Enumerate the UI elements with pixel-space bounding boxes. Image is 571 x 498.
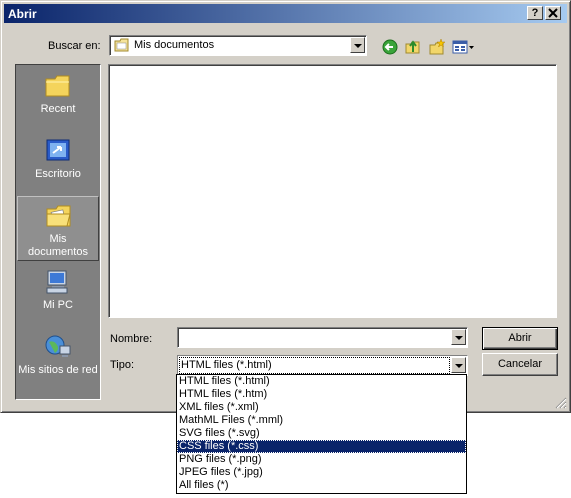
place-label: Escritorio <box>35 168 81 180</box>
open-dialog: Abrir ? Buscar en: Mis documentos Recent… <box>0 0 571 413</box>
new-folder-icon[interactable] <box>428 38 446 56</box>
place-label: Mis sitios de red <box>18 364 98 376</box>
place-recent[interactable]: Recent <box>17 67 99 131</box>
filename-dropdown-arrow[interactable] <box>451 329 466 345</box>
recent-folder-icon <box>45 75 70 97</box>
filetype-option[interactable]: PNG files (*.png) <box>177 453 466 466</box>
filetype-option[interactable]: JPEG files (*.jpg) <box>177 466 466 479</box>
view-menu-icon[interactable] <box>451 38 475 56</box>
place-label: Mis documentos <box>28 233 88 258</box>
places-bar: Recent Escritorio Mis documentos Mi PC M… <box>15 64 101 400</box>
network-places-icon <box>45 335 71 357</box>
place-label: Recent <box>40 103 76 115</box>
place-network[interactable]: Mis sitios de red <box>17 328 99 392</box>
desktop-icon <box>46 139 70 161</box>
lookin-combo[interactable]: Mis documentos <box>109 35 367 56</box>
cancel-button[interactable]: Cancelar <box>482 353 558 376</box>
filetype-option[interactable]: HTML files (*.html) <box>177 375 466 388</box>
resize-grip[interactable] <box>555 397 567 409</box>
place-my-pc[interactable]: Mi PC <box>17 263 99 327</box>
lookin-dropdown-arrow[interactable] <box>350 37 365 53</box>
file-list[interactable] <box>108 64 557 318</box>
open-button[interactable]: Abrir <box>482 327 558 350</box>
filetype-dropdown-arrow[interactable] <box>451 357 466 373</box>
place-my-documents[interactable]: Mis documentos <box>17 196 99 261</box>
back-icon[interactable] <box>381 38 399 56</box>
my-computer-icon <box>46 270 68 294</box>
close-button[interactable] <box>545 6 561 20</box>
filetype-dropdown-list[interactable]: HTML files (*.html) HTML files (*.htm) X… <box>176 374 467 494</box>
filetype-option[interactable]: SVG files (*.svg) <box>177 427 466 440</box>
lookin-value: Mis documentos <box>134 39 215 51</box>
help-button[interactable]: ? <box>527 6 543 20</box>
filename-label: Nombre: <box>110 333 153 345</box>
place-desktop[interactable]: Escritorio <box>17 132 99 196</box>
dialog-title: Abrir <box>8 7 37 21</box>
lookin-label: Buscar en: <box>48 40 101 52</box>
my-documents-icon <box>46 205 71 227</box>
close-icon <box>548 8 558 18</box>
title-bar[interactable]: Abrir ? <box>4 4 567 23</box>
filename-combo[interactable] <box>177 327 468 348</box>
filetype-option[interactable]: All files (*) <box>177 479 466 492</box>
filetype-option[interactable]: XML files (*.xml) <box>177 401 466 414</box>
filetype-option[interactable]: HTML files (*.htm) <box>177 388 466 401</box>
up-folder-icon[interactable] <box>404 38 422 56</box>
place-label: Mi PC <box>43 299 73 311</box>
filetype-value: HTML files (*.html) <box>181 359 272 371</box>
folder-icon <box>114 38 129 52</box>
filetype-combo[interactable]: HTML files (*.html) <box>177 355 468 376</box>
filetype-option-highlighted[interactable]: CSS files (*.css) <box>177 440 466 453</box>
filetype-option[interactable]: MathML Files (*.mml) <box>177 414 466 427</box>
filetype-label: Tipo: <box>110 359 135 371</box>
